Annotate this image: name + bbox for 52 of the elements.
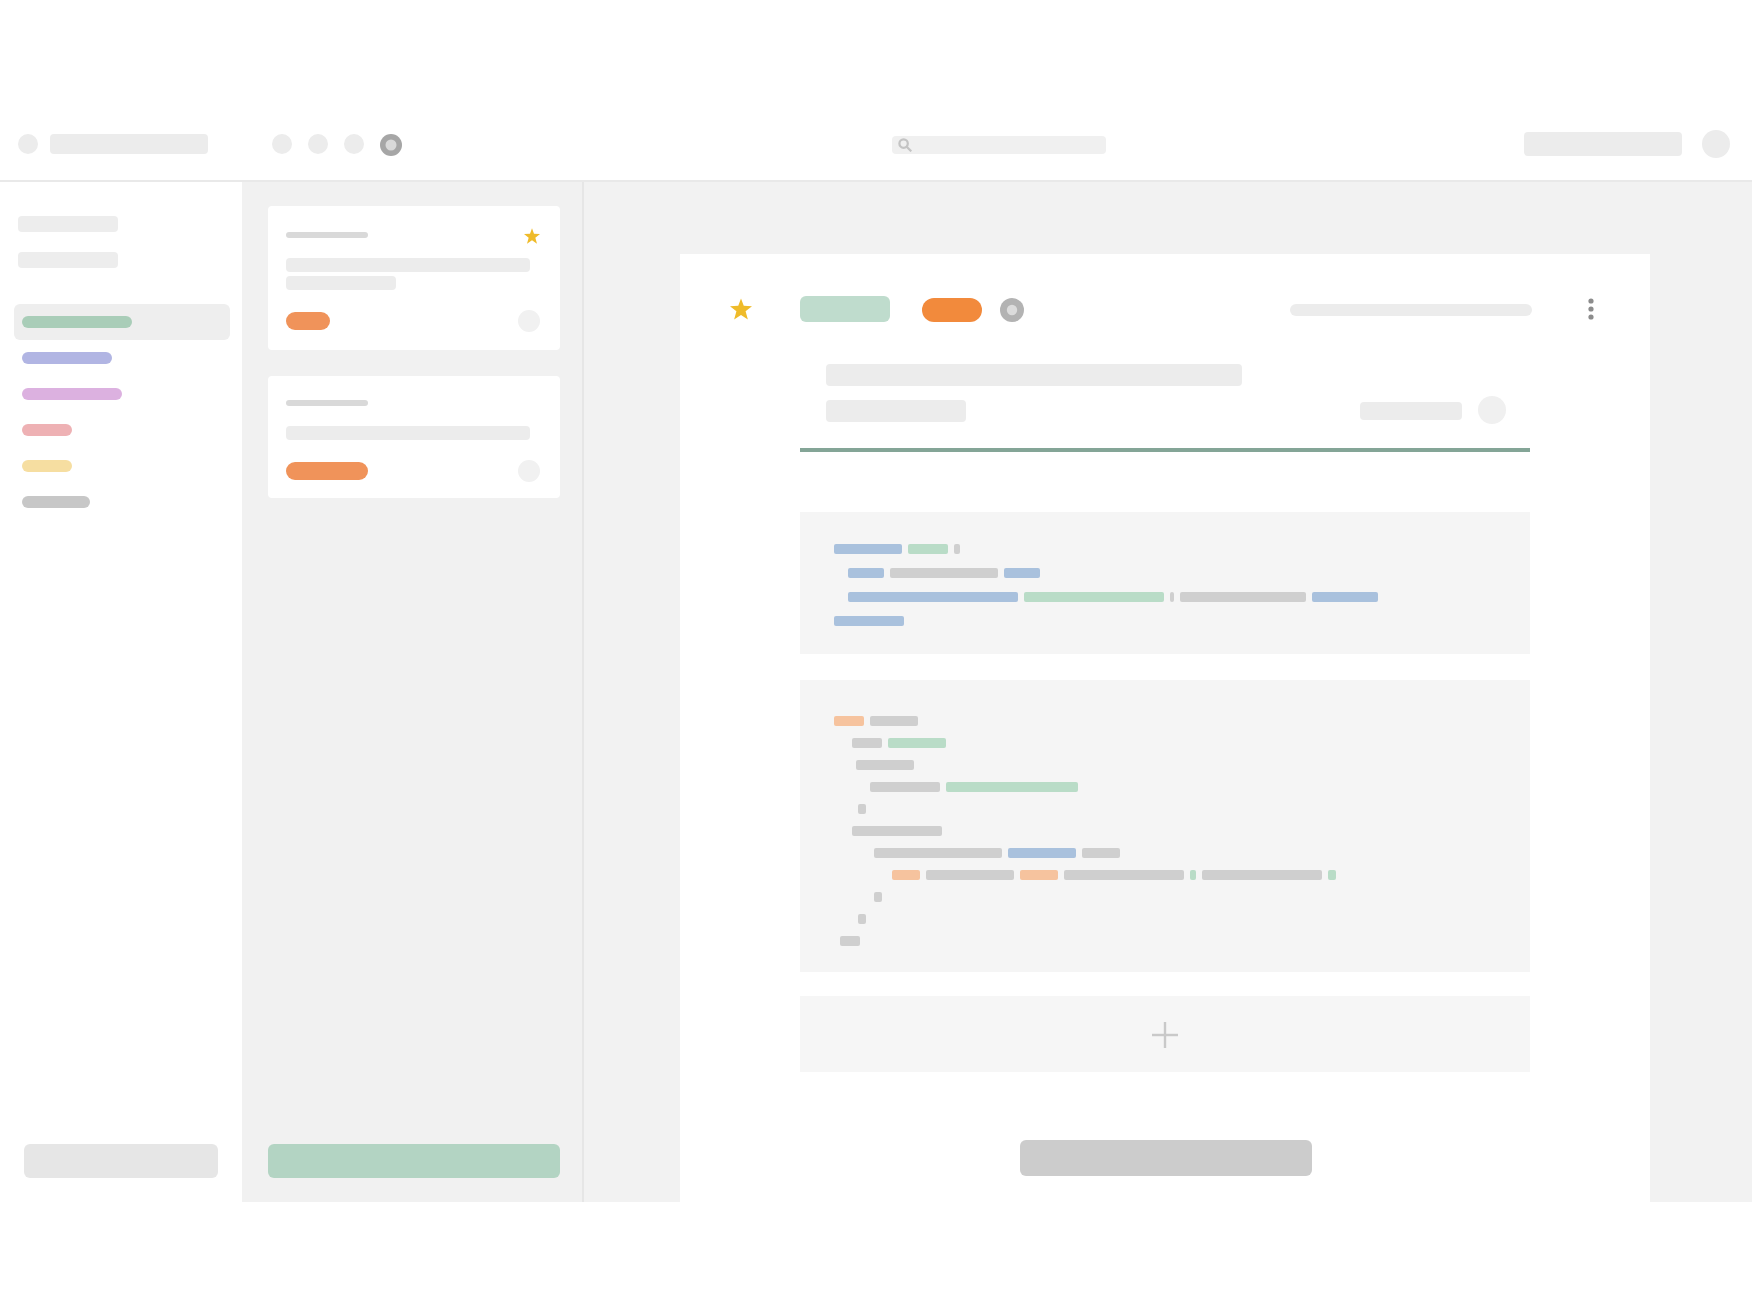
search-icon — [898, 137, 912, 151]
code-token-placeholder — [848, 568, 884, 578]
code-token-placeholder — [1064, 870, 1184, 880]
code-token-placeholder — [1020, 870, 1058, 880]
code-token-placeholder — [954, 544, 960, 554]
action-button[interactable] — [24, 1144, 218, 1178]
ring-icon[interactable] — [1000, 297, 1024, 321]
code-token-placeholder — [1008, 848, 1076, 858]
code-token-placeholder — [926, 870, 1014, 880]
tag-placeholder — [286, 462, 368, 480]
code-token-placeholder — [874, 892, 882, 902]
code-token-placeholder — [892, 870, 920, 880]
code-token-placeholder — [858, 804, 866, 814]
note-card[interactable] — [268, 376, 560, 498]
code-token-placeholder — [1004, 568, 1040, 578]
code-token-placeholder — [834, 716, 864, 726]
code-token-placeholder — [890, 568, 998, 578]
more-icon[interactable] — [1588, 298, 1594, 320]
action-button[interactable] — [1019, 1140, 1311, 1176]
code-token-placeholder — [908, 544, 948, 554]
plus-icon — [1152, 1021, 1178, 1047]
code-token-placeholder — [858, 914, 866, 924]
code-token-placeholder — [1024, 592, 1164, 602]
tag-placeholder[interactable] — [800, 296, 890, 322]
search-field[interactable] — [892, 135, 1106, 153]
code-token-placeholder — [1312, 592, 1378, 602]
code-token-placeholder — [1190, 870, 1196, 880]
code-token-placeholder — [874, 848, 1002, 858]
code-token-placeholder — [946, 782, 1078, 792]
ring-icon[interactable] — [380, 133, 402, 155]
code-token-placeholder — [852, 738, 882, 748]
code-token-placeholder — [1202, 870, 1322, 880]
action-button[interactable] — [268, 1144, 560, 1178]
code-token-placeholder — [1328, 870, 1336, 880]
code-token-placeholder — [1082, 848, 1120, 858]
text-placeholder — [286, 400, 368, 406]
code-token-placeholder — [856, 760, 914, 770]
code-token-placeholder — [852, 826, 942, 836]
star-icon[interactable] — [524, 227, 540, 243]
code-token-placeholder — [888, 738, 946, 748]
tag-placeholder[interactable] — [922, 297, 982, 321]
star-icon[interactable] — [730, 298, 752, 320]
note-card[interactable] — [268, 206, 560, 350]
code-token-placeholder — [870, 782, 940, 792]
text-placeholder — [286, 232, 368, 238]
sidebar-item[interactable] — [14, 304, 230, 340]
add-block-button[interactable] — [800, 996, 1530, 1072]
code-token-placeholder — [1180, 592, 1306, 602]
tag-placeholder — [286, 312, 330, 330]
code-token-placeholder — [870, 716, 918, 726]
code-token-placeholder — [834, 544, 902, 554]
code-token-placeholder — [834, 616, 904, 626]
